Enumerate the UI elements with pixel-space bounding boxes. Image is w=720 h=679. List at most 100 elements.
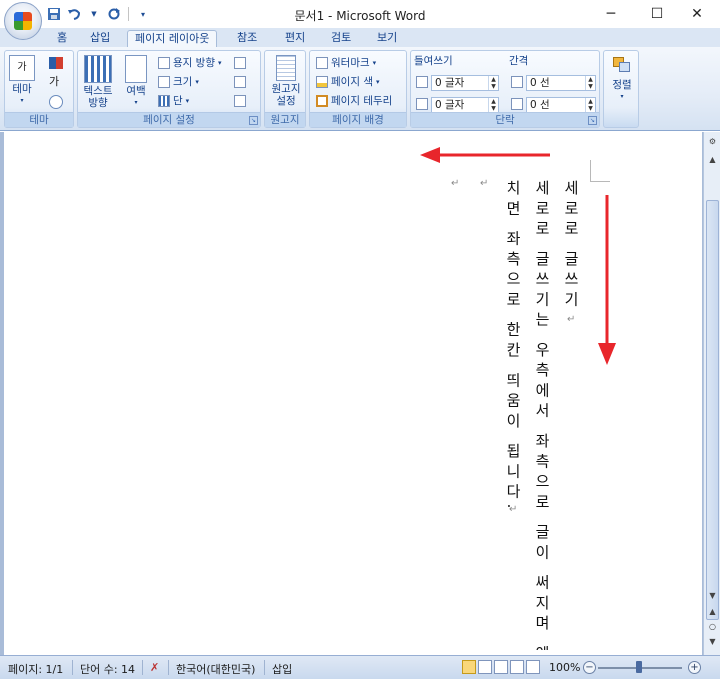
arrange-label: 정렬 — [612, 79, 632, 91]
outline-view-icon[interactable] — [510, 660, 524, 674]
scroll-up-icon[interactable]: ▲ — [705, 152, 720, 167]
indent-left-icon — [416, 76, 428, 88]
page-count[interactable]: 페이지: 1/1 — [8, 661, 63, 677]
arrange-group: 정렬 ▾ — [603, 50, 639, 128]
proofing-icon[interactable]: ✗ — [150, 661, 159, 674]
select-browse-object-icon[interactable]: ○ — [705, 619, 720, 634]
ruler-toggle-icon[interactable]: ⚙ — [705, 134, 720, 149]
manuscript-settings-button[interactable]: 원고지 설정 — [267, 55, 305, 107]
theme-colors-icon[interactable] — [49, 57, 63, 69]
page-borders-button[interactable]: 페이지 테두리 — [316, 92, 392, 109]
zoom-out-button[interactable]: − — [583, 661, 596, 674]
spacing-after-value: 0 선 — [530, 99, 550, 111]
web-layout-view-icon[interactable] — [494, 660, 508, 674]
doc-line-2[interactable]: 세로로 글쓰기는 우측에서 좌측으로 글이 써지며 엔 — [532, 180, 552, 650]
zoom-level[interactable]: 100% — [549, 661, 580, 674]
page-color-button[interactable]: 페이지 색 ▾ — [316, 73, 380, 90]
orientation-icon — [158, 56, 170, 69]
doc-line-1[interactable]: 세로로 글쓰기 — [561, 180, 581, 312]
tab-insert[interactable]: 삽입 — [83, 30, 117, 47]
indent-right-input[interactable]: 0 글자 ▲ ▼ — [431, 97, 499, 113]
paragraph-mark: ↵ — [567, 314, 576, 325]
scrollbar-thumb[interactable] — [706, 200, 719, 620]
margins-icon — [125, 55, 147, 83]
status-separator — [168, 660, 169, 675]
spacing-after-spinner[interactable]: ▲ ▼ — [585, 98, 595, 112]
paragraph-launcher-icon[interactable]: ↘ — [588, 116, 597, 125]
page-setup-launcher-icon[interactable]: ↘ — [249, 116, 258, 125]
columns-button[interactable]: 단 ▾ — [158, 92, 189, 109]
text-direction-button[interactable]: 텍스트 방향 — [82, 55, 114, 109]
manuscript-group: 원고지 설정 원고지 — [264, 50, 306, 128]
watermark-dropdown-icon: ▾ — [372, 58, 377, 67]
office-button[interactable] — [4, 2, 42, 40]
status-separator — [142, 660, 143, 675]
page-color-label: 페이지 색 — [331, 76, 373, 88]
text-direction-label-2: 방향 — [88, 97, 108, 109]
hyphenation-icon — [234, 94, 246, 107]
hyphenation-button[interactable] — [234, 92, 246, 109]
zoom-in-button[interactable]: + — [688, 661, 701, 674]
tab-review[interactable]: 검토 — [324, 30, 358, 47]
columns-label: 단 — [173, 95, 183, 107]
scroll-down-icon[interactable]: ▼ — [705, 588, 720, 603]
print-layout-view-icon[interactable] — [462, 660, 476, 674]
manuscript-label-1: 원고지 — [271, 83, 301, 95]
language-indicator[interactable]: 한국어(대한민국) — [176, 661, 255, 677]
theme-group-label: 테마 — [5, 112, 73, 127]
spacing-before-input[interactable]: 0 선 ▲ ▼ — [526, 75, 596, 91]
arrange-dropdown-icon: ▾ — [620, 93, 624, 100]
tab-mailings[interactable]: 편지 — [278, 30, 312, 47]
spacing-label: 간격 — [509, 55, 529, 67]
breaks-button[interactable] — [234, 54, 246, 71]
size-button[interactable]: 크기 ▾ — [158, 73, 199, 90]
spacing-before-value: 0 선 — [530, 77, 550, 89]
paragraph-mark: ↵ — [509, 504, 518, 515]
arrange-button[interactable]: 정렬 ▾ — [606, 55, 638, 103]
orientation-dropdown-icon: ▾ — [217, 58, 222, 67]
theme-effects-icon[interactable] — [49, 95, 63, 109]
page-color-dropdown-icon: ▾ — [375, 77, 380, 86]
view-buttons — [462, 660, 540, 674]
indent-left-input[interactable]: 0 글자 ▲ ▼ — [431, 75, 499, 91]
tab-view[interactable]: 보기 — [370, 30, 404, 47]
draft-view-icon[interactable] — [526, 660, 540, 674]
close-button[interactable]: ✕ — [674, 0, 720, 28]
theme-group: 가 테마 ▾ 가 테마 — [4, 50, 74, 128]
zoom-slider-thumb[interactable] — [636, 661, 642, 673]
previous-page-icon[interactable]: ▲ — [705, 604, 720, 619]
doc-line-3[interactable]: 치면 좌측으로 한칸 띄움이 됩니다. — [503, 180, 523, 514]
insert-mode-indicator[interactable]: 삽입 — [272, 661, 292, 677]
minimize-button[interactable]: ─ — [588, 0, 634, 28]
paragraph-mark: ↵ — [480, 178, 489, 189]
status-separator — [72, 660, 73, 675]
paragraph-group-label: 단락 — [411, 112, 599, 127]
vertical-scrollbar[interactable]: ⚙ ▲ ▼ ▲ ○ ▼ — [703, 132, 720, 655]
theme-button[interactable]: 가 테마 ▾ — [9, 55, 35, 107]
top-to-bottom-arrow-icon — [598, 195, 616, 365]
line-numbers-icon — [234, 75, 246, 88]
page-margin-corner — [590, 160, 610, 182]
margins-button[interactable]: 여백 ▾ — [122, 55, 150, 109]
paragraph-mark: ↵ — [451, 178, 460, 189]
indent-right-spinner[interactable]: ▲ ▼ — [488, 98, 498, 112]
tab-page-layout[interactable]: 페이지 레이아웃 — [127, 30, 218, 47]
text-direction-label-1: 텍스트 — [83, 85, 113, 97]
tab-home[interactable]: 홈 — [50, 30, 74, 47]
full-screen-reading-view-icon[interactable] — [478, 660, 492, 674]
orientation-button[interactable]: 용지 방향 ▾ — [158, 54, 222, 71]
word-count[interactable]: 단어 수: 14 — [80, 661, 135, 677]
tab-references[interactable]: 참조 — [230, 30, 264, 47]
spacing-after-input[interactable]: 0 선 ▲ ▼ — [526, 97, 596, 113]
page-setup-group-label: 페이지 설정 — [78, 112, 260, 127]
watermark-button[interactable]: 워터마크 ▾ — [316, 54, 376, 71]
next-page-icon[interactable]: ▼ — [705, 634, 720, 649]
page-setup-group: 텍스트 방향 여백 ▾ 용지 방향 ▾ 크기 ▾ 단 ▾ 페이지 설정 ↘ — [77, 50, 261, 128]
line-numbers-button[interactable] — [234, 73, 246, 90]
indent-left-spinner[interactable]: ▲ ▼ — [488, 76, 498, 90]
indent-label: 들여쓰기 — [414, 55, 453, 67]
office-logo-icon — [14, 12, 32, 30]
indent-right-icon — [416, 98, 428, 110]
spacing-before-spinner[interactable]: ▲ ▼ — [585, 76, 595, 90]
theme-fonts-icon[interactable]: 가 — [49, 75, 63, 89]
